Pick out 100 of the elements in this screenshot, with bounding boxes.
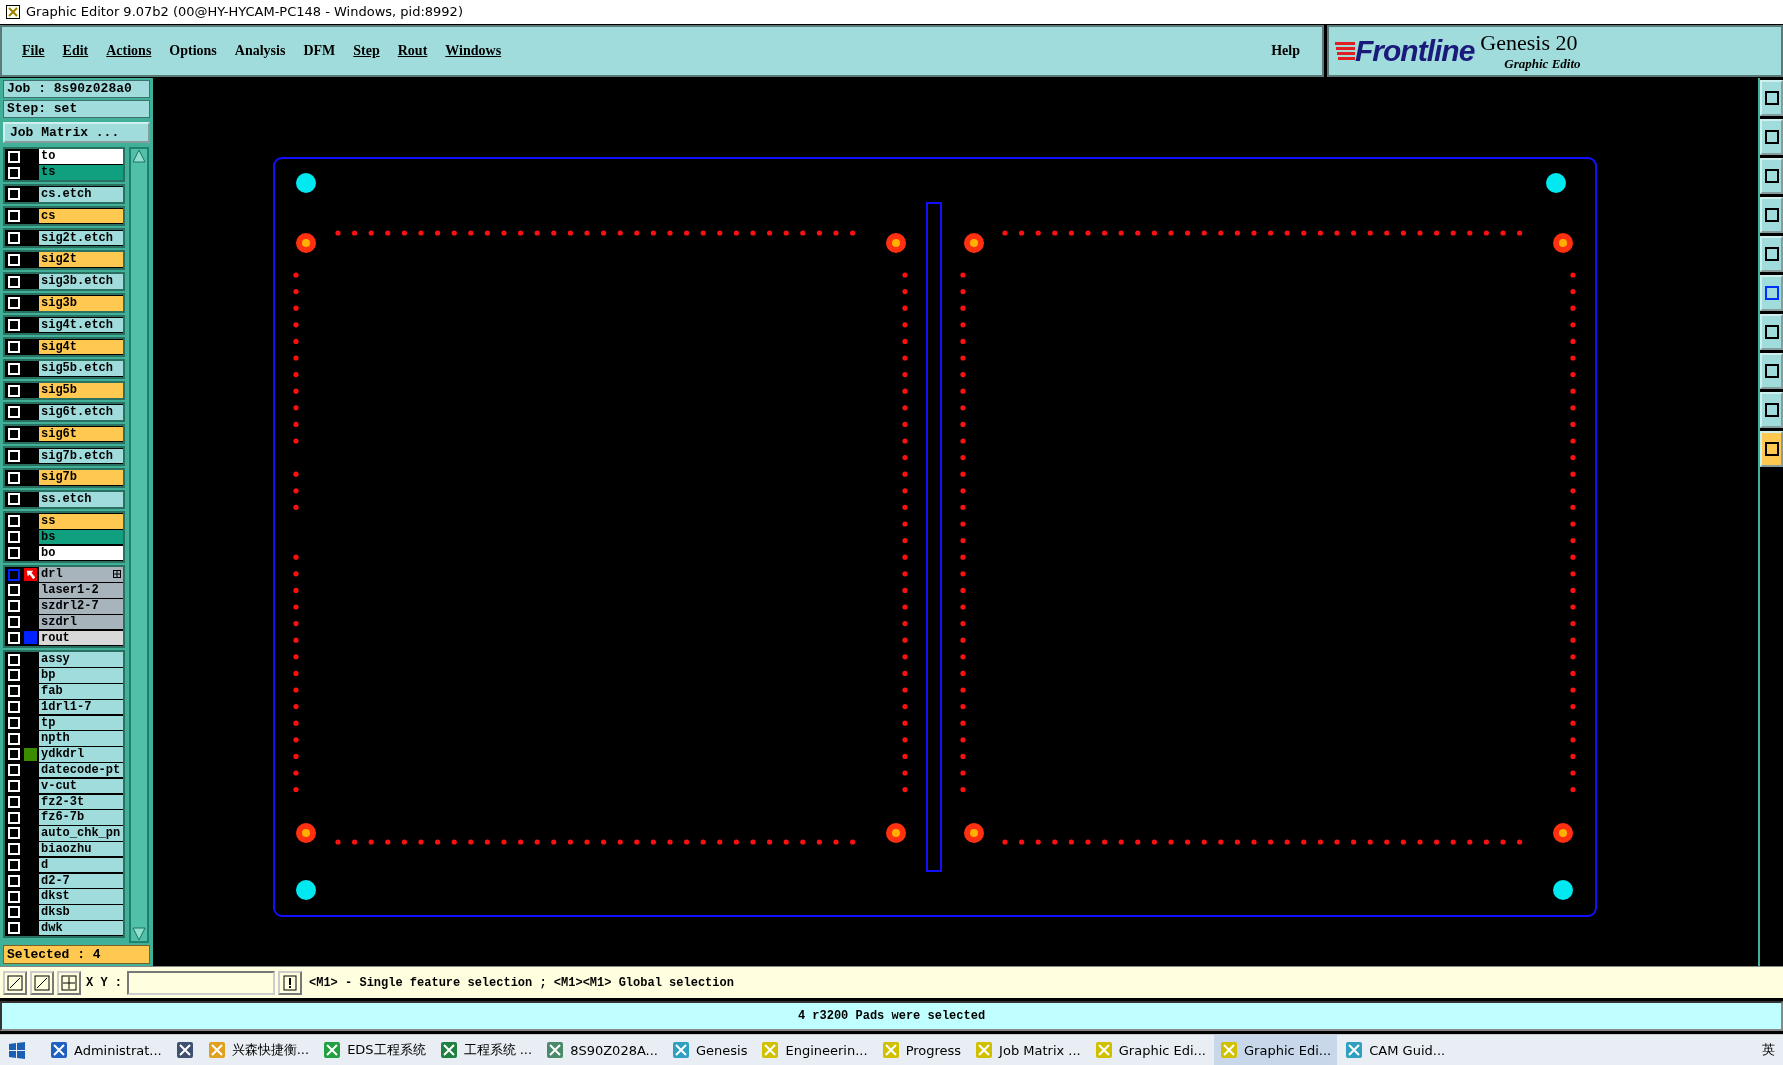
menu-item[interactable]: Rout: [389, 42, 436, 59]
layer-name[interactable]: sig7b.etch: [39, 448, 123, 464]
menu-item[interactable]: Options: [161, 42, 225, 59]
menu-item[interactable]: File: [14, 42, 53, 59]
grid-icon: [113, 570, 121, 579]
product-subtitle: Graphic Edito: [1504, 55, 1581, 72]
layer-checkbox[interactable]: [8, 568, 20, 581]
info-button[interactable]: [278, 970, 302, 995]
layer-name[interactable]: assy: [39, 652, 123, 667]
layer-name[interactable]: fz2-3t: [39, 794, 123, 810]
taskbar-item[interactable]: Job Matrix ...: [969, 1035, 1087, 1065]
coordinate-field[interactable]: [127, 970, 275, 995]
tool-icon: [7, 974, 23, 991]
tool-icon: [1763, 245, 1780, 262]
layer-name[interactable]: sig3b: [39, 296, 123, 311]
menu-item[interactable]: Windows: [437, 42, 510, 59]
app-icon: [439, 1041, 458, 1059]
taskbar-item[interactable]: Progress: [875, 1035, 968, 1065]
layer-name[interactable]: rout: [39, 630, 123, 646]
menu-item[interactable]: Actions: [98, 42, 160, 59]
tool-button[interactable]: [1760, 79, 1783, 116]
layer-name[interactable]: dksb: [39, 905, 123, 920]
ime-indicator[interactable]: 英: [1762, 1041, 1775, 1059]
menu-item[interactable]: Step: [345, 42, 388, 59]
layer-name[interactable]: tp: [39, 715, 123, 731]
taskbar-item[interactable]: 兴森快捷衡...: [201, 1035, 316, 1065]
tool-button[interactable]: [1760, 118, 1783, 155]
layer-name[interactable]: dwk: [39, 920, 123, 936]
app-icon: [761, 1041, 780, 1059]
layer-name[interactable]: cs.etch: [39, 187, 123, 202]
taskbar-item[interactable]: Genesis: [666, 1035, 754, 1065]
tool-button[interactable]: [1760, 391, 1783, 428]
layer-name[interactable]: sig5b: [39, 383, 123, 398]
layer-name[interactable]: datecode-pt: [39, 763, 123, 778]
layer-name[interactable]: sig3b.etch: [39, 274, 123, 289]
windows-start-icon[interactable]: [8, 1041, 26, 1059]
job-label: Job : 8s90z028a0: [3, 79, 150, 98]
menu-item[interactable]: Edit: [54, 42, 97, 59]
taskbar-item[interactable]: Engineerin...: [755, 1035, 874, 1065]
menu-item[interactable]: Analysis: [226, 42, 294, 59]
tool-icon: [1763, 401, 1780, 418]
layer-name[interactable]: sig5b.etch: [39, 361, 123, 376]
tool-button[interactable]: [1760, 430, 1783, 467]
scroll-down-icon[interactable]: [132, 927, 146, 942]
taskbar-item[interactable]: Graphic Edi...: [1088, 1035, 1212, 1065]
tool-button[interactable]: [3, 970, 27, 995]
exclamation-icon: [283, 974, 297, 991]
taskbar-item[interactable]: 8S90Z028A...: [540, 1035, 664, 1065]
layer-name[interactable]: d2-7: [39, 873, 123, 889]
layer-name[interactable]: d: [39, 857, 123, 873]
layer-name[interactable]: dkst: [39, 889, 123, 904]
layer-name[interactable]: cs: [39, 208, 123, 224]
layer-name[interactable]: sig4t.etch: [39, 317, 123, 333]
tool-button[interactable]: [1760, 157, 1783, 194]
tool-icon: [1763, 167, 1780, 184]
tool-icon: [1763, 440, 1780, 457]
taskbar-item[interactable]: EDS工程系统: [317, 1035, 432, 1065]
tool-icon: [1763, 206, 1780, 223]
taskbar-item[interactable]: Graphic Edi...: [1214, 1035, 1338, 1065]
layer-name[interactable]: 1drl1-7: [39, 699, 123, 715]
layer-name[interactable]: sig6t: [39, 426, 123, 442]
layer-name[interactable]: sig4t: [39, 339, 123, 355]
layer-name[interactable]: ydkdrl: [39, 747, 123, 762]
tool-icon: [1763, 323, 1780, 340]
scrollbar[interactable]: [129, 146, 149, 944]
layer-name[interactable]: ts: [39, 165, 123, 180]
tool-button[interactable]: [1760, 274, 1783, 311]
layer-name[interactable]: fz6-7b: [39, 810, 123, 825]
taskbar-item[interactable]: Administrat...: [44, 1035, 168, 1065]
taskbar-item[interactable]: CAM Guid...: [1339, 1035, 1452, 1065]
tool-button[interactable]: [1760, 352, 1783, 389]
layer-name[interactable]: sig2t: [39, 252, 123, 267]
help-menu[interactable]: Help: [1263, 42, 1308, 59]
layer-name[interactable]: npth: [39, 731, 123, 746]
layer-name[interactable]: sig2t.etch: [39, 230, 123, 246]
tool-button[interactable]: [1760, 196, 1783, 233]
layer-name[interactable]: szdrl2-7: [39, 599, 123, 614]
job-matrix-button[interactable]: Job Matrix ...: [3, 121, 150, 143]
layer-name[interactable]: szdrl: [39, 614, 123, 630]
layer-name[interactable]: drl: [39, 567, 123, 582]
tool-button[interactable]: [1760, 313, 1783, 350]
tool-button[interactable]: [30, 970, 54, 995]
tool-button[interactable]: [1760, 235, 1783, 272]
layer-name[interactable]: bp: [39, 668, 123, 683]
layer-name[interactable]: ss.etch: [39, 492, 123, 507]
layer-name[interactable]: sig6t.etch: [39, 405, 123, 420]
layer-name[interactable]: laser1-2: [39, 583, 123, 598]
menu-item[interactable]: DFM: [295, 42, 344, 59]
app-icon: [546, 1041, 565, 1059]
taskbar-item[interactable]: 工程系统 ...: [433, 1035, 539, 1065]
layer-name[interactable]: bs: [39, 529, 123, 545]
layer-name[interactable]: fab: [39, 684, 123, 699]
layer-name[interactable]: ss: [39, 514, 123, 529]
layer-name[interactable]: to: [39, 149, 123, 164]
layer-name[interactable]: bo: [39, 545, 123, 561]
layer-name[interactable]: biaozhu: [39, 841, 123, 857]
layer-name[interactable]: auto_chk_pn: [39, 826, 123, 841]
layer-name[interactable]: v-cut: [39, 778, 123, 794]
scroll-up-icon[interactable]: [132, 148, 146, 163]
layer-name[interactable]: sig7b: [39, 470, 123, 485]
